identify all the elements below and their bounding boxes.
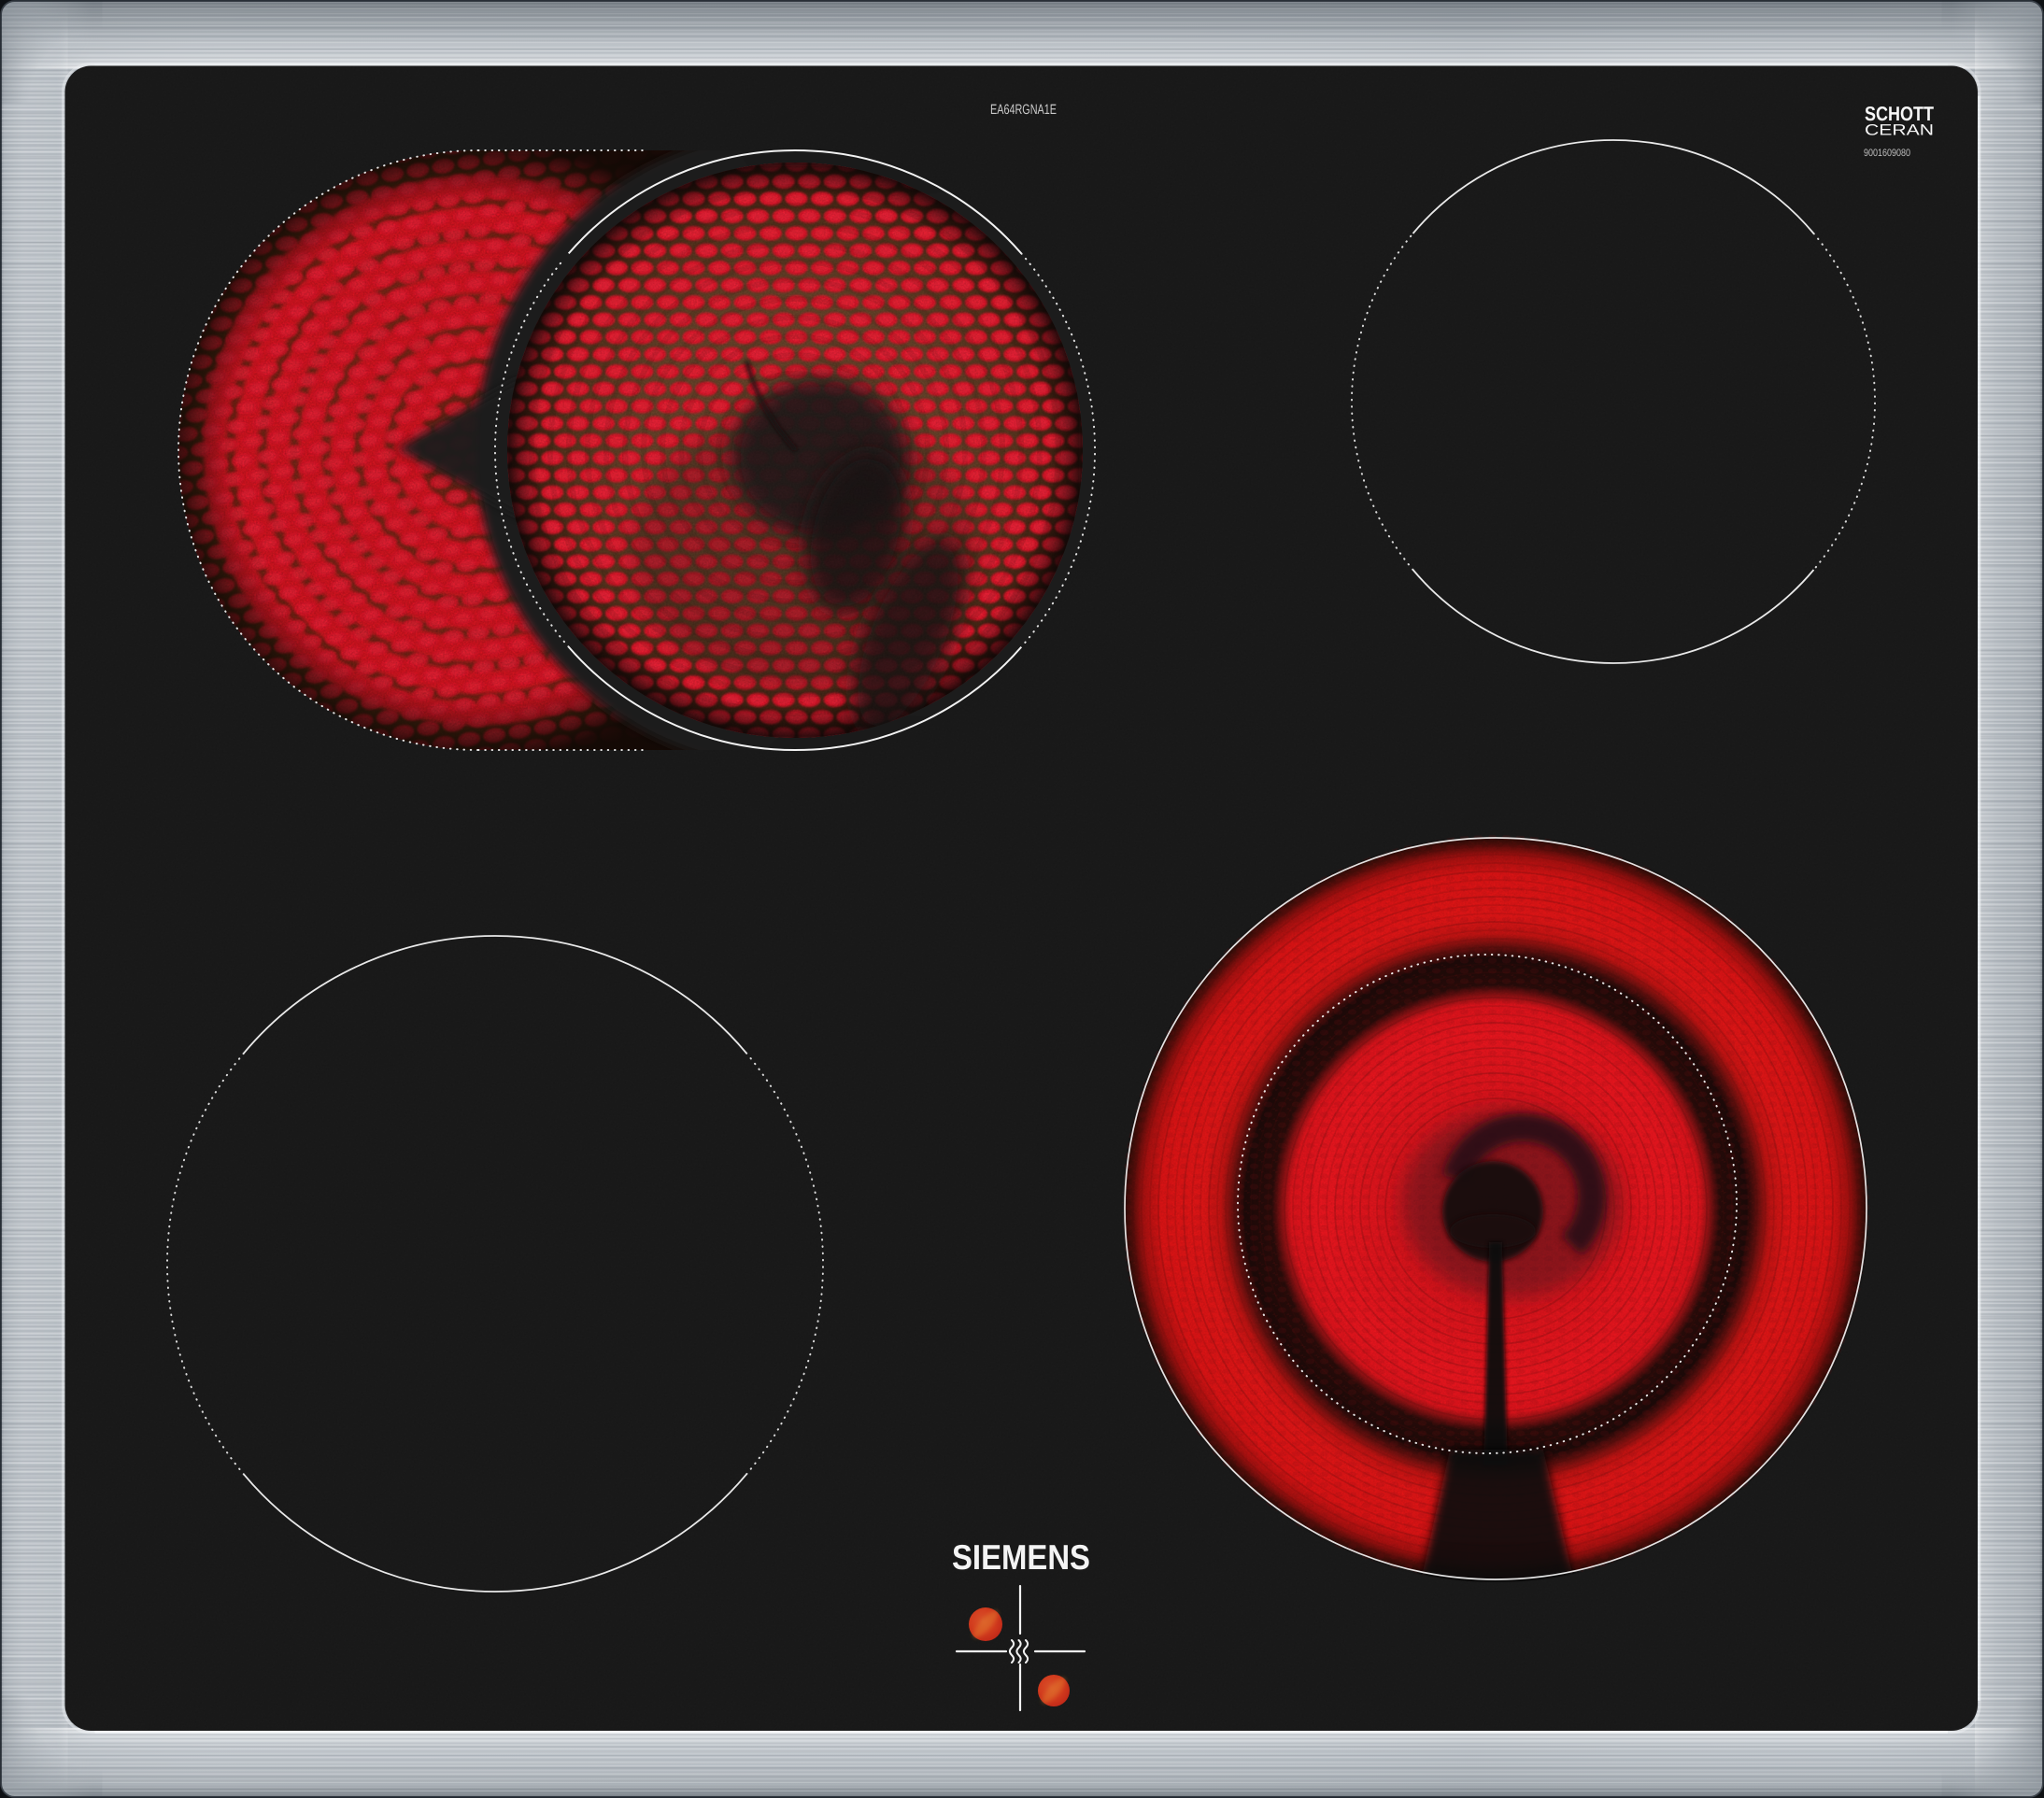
svg-text:SIEMENS: SIEMENS xyxy=(952,1537,1090,1577)
svg-text:CERAN: CERAN xyxy=(1865,122,1934,139)
svg-text:EA64RGNA1E: EA64RGNA1E xyxy=(990,102,1057,118)
svg-text:9001609080: 9001609080 xyxy=(1864,148,1910,159)
